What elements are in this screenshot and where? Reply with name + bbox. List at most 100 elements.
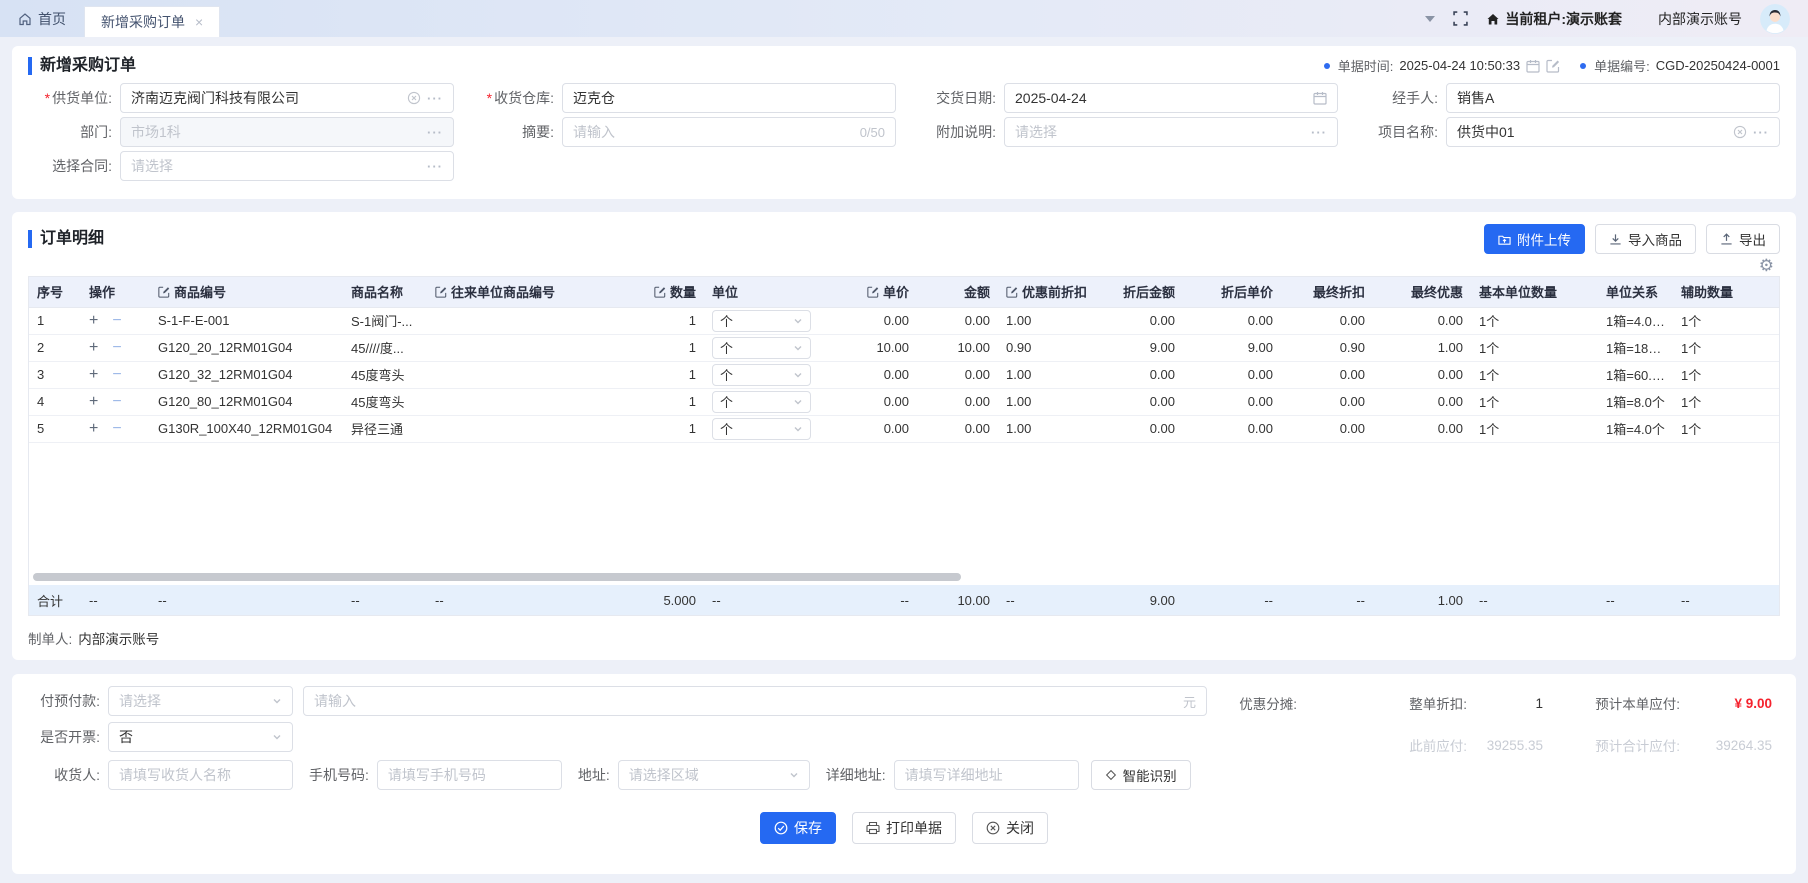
export-button[interactable]: 导出	[1706, 224, 1780, 254]
remove-row-button[interactable]: −	[112, 339, 121, 356]
receiver-input[interactable]	[108, 760, 293, 790]
unit-select[interactable]: 个	[712, 337, 811, 359]
cell-pre_discount[interactable]: 1.00	[998, 388, 1096, 415]
cell-code[interactable]: G130R_100X40_12RM01G04	[150, 415, 343, 442]
chevron-down-icon[interactable]	[1425, 16, 1435, 22]
cell-name: 45////度...	[343, 334, 427, 361]
calendar-icon[interactable]	[1313, 91, 1327, 105]
supplier-input[interactable]: ···	[120, 83, 454, 113]
gear-icon[interactable]: ⚙	[1759, 257, 1774, 274]
add-row-button[interactable]: +	[89, 393, 98, 410]
column-header-post_price: 折后单价	[1183, 277, 1281, 307]
smart-recognition-button[interactable]: 智能识别	[1091, 760, 1191, 790]
cell-qty[interactable]: 1	[617, 334, 704, 361]
avatar[interactable]	[1760, 4, 1790, 34]
cell-partner_code[interactable]	[427, 388, 617, 415]
account-name[interactable]: 内部演示账号	[1658, 9, 1742, 29]
cell-qty[interactable]: 1	[617, 415, 704, 442]
fullscreen-icon[interactable]	[1453, 11, 1468, 26]
cell-price[interactable]: 0.00	[819, 415, 917, 442]
unit-select[interactable]: 个	[712, 391, 811, 413]
phone-input[interactable]	[377, 760, 562, 790]
cell-index: 5	[29, 415, 81, 442]
close-icon[interactable]: ×	[195, 14, 203, 30]
import-products-button[interactable]: 导入商品	[1595, 224, 1696, 254]
add-row-button[interactable]: +	[89, 312, 98, 329]
cell-code[interactable]: G120_20_12RM01G04	[150, 334, 343, 361]
cell-code[interactable]: S-1-F-E-001	[150, 307, 343, 334]
cell-pre_discount[interactable]: 0.90	[998, 334, 1096, 361]
tab-new-purchase-order[interactable]: 新增采购订单 ×	[84, 6, 220, 37]
cell-partner_code[interactable]	[427, 415, 617, 442]
extra-note-input[interactable]: ···	[1004, 117, 1338, 147]
add-row-button[interactable]: +	[89, 366, 98, 383]
cell-partner_code[interactable]	[427, 334, 617, 361]
close-button[interactable]: 关闭	[972, 812, 1048, 844]
handler-input[interactable]	[1446, 83, 1780, 113]
delivery-date-label: 交货日期:	[912, 88, 1004, 108]
delivery-date-input[interactable]	[1004, 83, 1338, 113]
column-header-price: 单价	[819, 277, 917, 307]
cell-qty[interactable]: 1	[617, 388, 704, 415]
chevron-down-icon	[272, 732, 282, 742]
cell-pre_discount[interactable]: 1.00	[998, 307, 1096, 334]
calendar-icon[interactable]	[1526, 59, 1540, 73]
ellipsis-icon[interactable]: ···	[1311, 125, 1327, 140]
remove-row-button[interactable]: −	[112, 366, 121, 383]
cell-index: 1	[29, 307, 81, 334]
invoice-select[interactable]: 否	[108, 722, 293, 752]
add-row-button[interactable]: +	[89, 339, 98, 356]
cell-price[interactable]: 0.00	[819, 388, 917, 415]
remove-row-button[interactable]: −	[112, 420, 121, 437]
ellipsis-icon[interactable]: ···	[427, 125, 443, 140]
contract-input[interactable]: ···	[120, 151, 454, 181]
cell-pre_discount[interactable]: 1.00	[998, 361, 1096, 388]
address-detail-input[interactable]	[894, 760, 1079, 790]
cell-name: 45度弯头	[343, 388, 427, 415]
remove-row-button[interactable]: −	[112, 312, 121, 329]
check-circle-icon	[774, 821, 788, 835]
cell-partner_code[interactable]	[427, 361, 617, 388]
ellipsis-icon[interactable]: ···	[1753, 125, 1769, 140]
edit-icon[interactable]	[1546, 59, 1560, 73]
estimated-payable-label: 预计本单应付:	[1543, 693, 1680, 713]
order-items-table: 序号操作商品编号商品名称往来单位商品编号数量单位单价金额优惠前折扣折后金额折后单…	[28, 276, 1780, 616]
add-row-button[interactable]: +	[89, 420, 98, 437]
save-button[interactable]: 保存	[760, 812, 836, 844]
remove-row-button[interactable]: −	[112, 393, 121, 410]
cell-partner_code[interactable]	[427, 307, 617, 334]
unit-select[interactable]: 个	[712, 364, 811, 386]
cell-qty[interactable]: 1	[617, 307, 704, 334]
horizontal-scrollbar[interactable]	[33, 573, 961, 581]
summary-input[interactable]: 0/50	[562, 117, 896, 147]
unit-select[interactable]: 个	[712, 310, 811, 332]
cell-price[interactable]: 10.00	[819, 334, 917, 361]
ellipsis-icon[interactable]: ···	[427, 159, 443, 174]
total-qty: 5.000	[617, 593, 704, 608]
cell-post_amount: 0.00	[1096, 388, 1183, 415]
tenant-info[interactable]: 当前租户:演示账套	[1486, 9, 1622, 29]
warehouse-input[interactable]	[562, 83, 896, 113]
print-button[interactable]: 打印单据	[852, 812, 956, 844]
cell-index: 2	[29, 334, 81, 361]
prepay-amount-input[interactable]: 元	[303, 686, 1207, 716]
clear-icon[interactable]	[1733, 125, 1747, 139]
address-select[interactable]: 请选择区域	[618, 760, 810, 790]
cell-base_qty: 1个	[1471, 415, 1598, 442]
unit-select[interactable]: 个	[712, 418, 811, 440]
project-input[interactable]: ···	[1446, 117, 1780, 147]
ellipsis-icon[interactable]: ···	[427, 91, 443, 106]
home-nav[interactable]: 首页	[0, 9, 84, 29]
cell-price[interactable]: 0.00	[819, 361, 917, 388]
cell-op: +−	[81, 334, 150, 361]
upload-attachment-button[interactable]: 附件上传	[1484, 224, 1585, 254]
edit-icon	[1006, 286, 1018, 298]
cell-code[interactable]: G120_80_12RM01G04	[150, 388, 343, 415]
cell-qty[interactable]: 1	[617, 361, 704, 388]
cell-code[interactable]: G120_32_12RM01G04	[150, 361, 343, 388]
clear-icon[interactable]	[407, 91, 421, 105]
cell-pre_discount[interactable]: 1.00	[998, 415, 1096, 442]
department-input[interactable]: ···	[120, 117, 454, 147]
cell-price[interactable]: 0.00	[819, 307, 917, 334]
prepay-select[interactable]: 请选择	[108, 686, 293, 716]
